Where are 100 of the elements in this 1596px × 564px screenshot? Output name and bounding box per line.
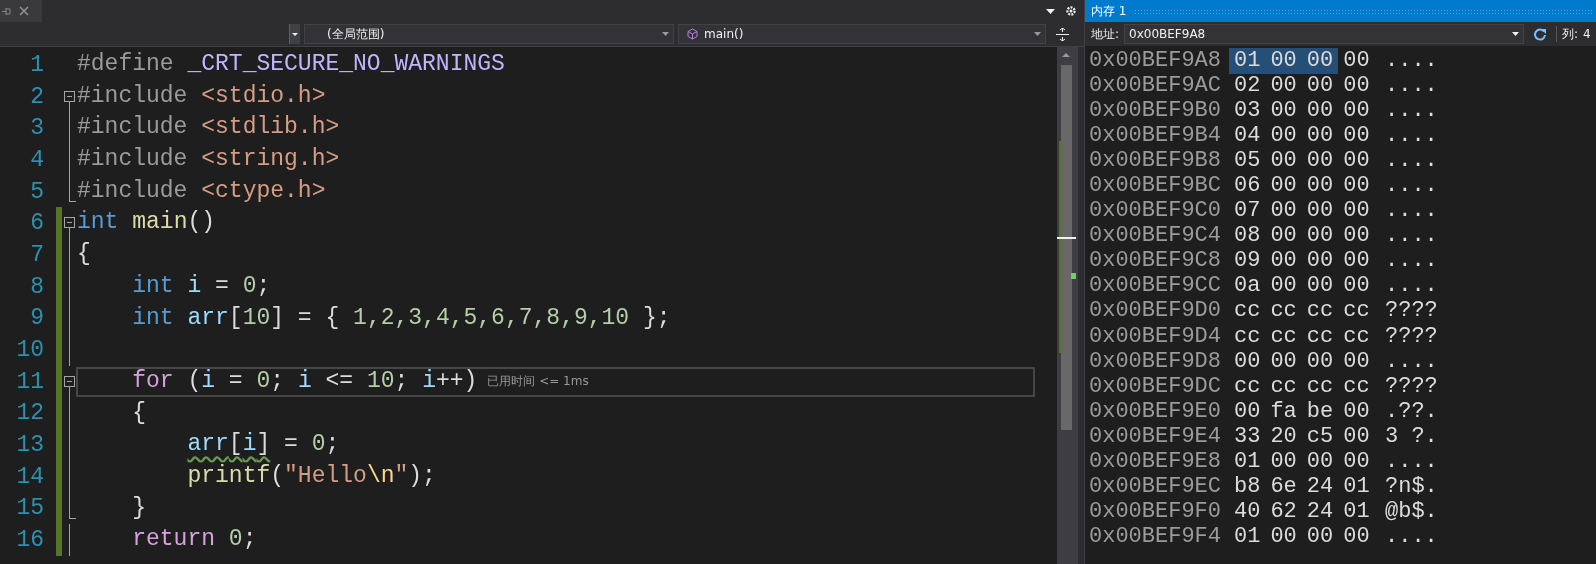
memory-byte[interactable]: 00: [1265, 198, 1302, 225]
code-line: arr[i] = 0;: [186, 430, 340, 460]
memory-byte[interactable]: 00: [1265, 173, 1302, 199]
memory-byte[interactable]: be: [1301, 398, 1339, 425]
memory-byte[interactable]: cc: [1301, 373, 1339, 400]
memory-byte[interactable]: 00: [1265, 273, 1302, 300]
member-dropdown[interactable]: main(): [678, 24, 1046, 44]
memory-byte[interactable]: 07: [1229, 198, 1266, 225]
memory-byte[interactable]: 00: [1301, 173, 1339, 199]
memory-byte[interactable]: cc: [1301, 298, 1339, 325]
memory-byte[interactable]: 20: [1265, 423, 1302, 450]
memory-byte[interactable]: 02: [1229, 72, 1266, 99]
scope-dropdown[interactable]: (全局范围): [304, 24, 674, 44]
code-line: printf("Hello\n");: [186, 461, 436, 491]
memory-byte[interactable]: 04: [1229, 122, 1266, 149]
memory-byte[interactable]: cc: [1265, 323, 1302, 350]
memory-byte[interactable]: 00: [1301, 147, 1339, 174]
memory-byte[interactable]: cc: [1265, 298, 1302, 325]
memory-address: 0x00BEF9D8: [1089, 348, 1223, 375]
memory-byte[interactable]: 09: [1229, 248, 1266, 275]
memory-byte[interactable]: 00: [1338, 47, 1375, 74]
memory-byte[interactable]: 00: [1338, 273, 1375, 300]
memory-byte[interactable]: cc: [1229, 298, 1266, 325]
memory-byte[interactable]: 00: [1265, 47, 1302, 74]
memory-byte[interactable]: fa: [1265, 398, 1302, 425]
memory-byte[interactable]: 00: [1265, 147, 1302, 174]
memory-byte[interactable]: 00: [1338, 449, 1375, 476]
scrollbar[interactable]: [1057, 47, 1078, 564]
close-icon[interactable]: [19, 6, 29, 16]
memory-byte[interactable]: c5: [1301, 423, 1339, 450]
memory-byte[interactable]: 00: [1338, 72, 1375, 99]
memory-byte[interactable]: cc: [1338, 298, 1375, 325]
memory-byte[interactable]: 03: [1229, 97, 1266, 124]
memory-byte[interactable]: 24: [1301, 474, 1339, 501]
memory-byte[interactable]: 00: [1301, 72, 1339, 99]
memory-byte[interactable]: 00: [1338, 173, 1375, 199]
split-icon[interactable]: [1056, 27, 1069, 41]
memory-byte[interactable]: 06: [1229, 173, 1266, 199]
memory-byte[interactable]: 00: [1301, 248, 1339, 275]
memory-byte[interactable]: 00: [1338, 248, 1375, 275]
memory-byte[interactable]: 00: [1265, 97, 1302, 124]
memory-byte[interactable]: b8: [1229, 474, 1266, 501]
memory-byte[interactable]: 00: [1301, 47, 1339, 74]
memory-byte[interactable]: 00: [1265, 122, 1302, 149]
memory-byte[interactable]: 00: [1338, 423, 1375, 450]
memory-byte[interactable]: 00: [1229, 348, 1266, 375]
memory-byte[interactable]: 01: [1338, 474, 1375, 501]
address-field[interactable]: 0x00BEF9A8: [1124, 24, 1525, 44]
memory-byte[interactable]: 00: [1301, 223, 1339, 250]
memory-byte[interactable]: 00: [1301, 122, 1339, 149]
memory-byte[interactable]: cc: [1265, 373, 1302, 400]
memory-byte[interactable]: 00: [1265, 524, 1302, 551]
memory-byte[interactable]: 40: [1229, 499, 1266, 526]
pin-icon[interactable]: [2, 6, 11, 16]
memory-byte[interactable]: 00: [1265, 72, 1302, 99]
memory-byte[interactable]: 33: [1229, 423, 1266, 450]
memory-byte[interactable]: cc: [1229, 373, 1266, 400]
memory-byte[interactable]: 00: [1338, 97, 1375, 124]
collapse-icon[interactable]: [64, 217, 75, 229]
memory-byte[interactable]: 01: [1229, 524, 1266, 551]
memory-byte[interactable]: 00: [1265, 223, 1302, 250]
memory-byte[interactable]: 01: [1338, 499, 1375, 526]
memory-byte[interactable]: 00: [1301, 273, 1339, 300]
memory-byte[interactable]: 00: [1338, 122, 1375, 149]
memory-byte[interactable]: 00: [1338, 348, 1375, 375]
memory-byte[interactable]: 62: [1265, 499, 1302, 526]
memory-byte[interactable]: cc: [1338, 323, 1375, 350]
collapse-icon[interactable]: [64, 90, 75, 102]
memory-byte[interactable]: cc: [1301, 323, 1339, 350]
refresh-icon[interactable]: [1533, 27, 1548, 41]
memory-byte[interactable]: 08: [1229, 223, 1266, 250]
memory-byte[interactable]: 00: [1301, 524, 1339, 551]
dropdown-icon[interactable]: [1046, 8, 1055, 14]
memory-byte[interactable]: 00: [1338, 398, 1375, 425]
memory-byte[interactable]: 00: [1265, 348, 1302, 375]
memory-byte[interactable]: 00: [1338, 198, 1375, 225]
memory-byte[interactable]: 6e: [1265, 474, 1302, 501]
memory-byte[interactable]: 00: [1265, 449, 1302, 476]
ascii-text: ????: [1385, 323, 1438, 350]
panel-title: 内存 1: [1091, 2, 1127, 20]
collapse-icon[interactable]: [64, 375, 75, 387]
memory-byte[interactable]: cc: [1229, 323, 1266, 350]
memory-byte[interactable]: 05: [1229, 147, 1266, 174]
columns-value[interactable]: 4: [1583, 27, 1591, 41]
memory-byte[interactable]: 00: [1301, 449, 1339, 476]
memory-byte[interactable]: 00: [1301, 97, 1339, 124]
memory-byte[interactable]: 00: [1338, 524, 1375, 551]
memory-byte[interactable]: 00: [1229, 398, 1266, 425]
memory-byte[interactable]: 00: [1338, 223, 1375, 250]
document-tab[interactable]: [0, 0, 42, 22]
settings-icon[interactable]: [1065, 5, 1077, 17]
memory-byte[interactable]: 24: [1301, 499, 1339, 526]
memory-byte[interactable]: 01: [1229, 47, 1266, 74]
memory-byte[interactable]: 00: [1265, 248, 1302, 275]
memory-byte[interactable]: 00: [1301, 198, 1339, 225]
memory-byte[interactable]: 00: [1301, 348, 1339, 375]
memory-byte[interactable]: 01: [1229, 449, 1266, 476]
memory-byte[interactable]: 0a: [1229, 273, 1266, 300]
memory-byte[interactable]: 00: [1338, 147, 1375, 174]
memory-byte[interactable]: cc: [1338, 373, 1375, 400]
